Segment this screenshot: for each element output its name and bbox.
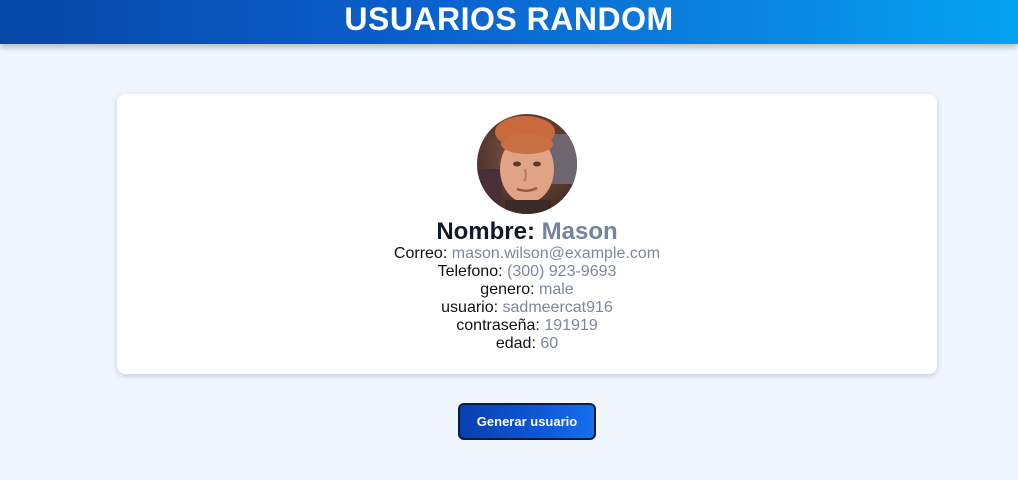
detail-row-username: usuario: sadmeercat916 [117,299,937,317]
detail-value: 60 [540,335,559,352]
detail-label: Correo: [393,245,448,262]
detail-label: edad: [495,335,536,352]
page-header: USUARIOS RANDOM [0,0,1018,44]
user-details: Correo: mason.wilson@example.com Telefon… [117,245,937,353]
detail-value: sadmeercat916 [502,299,613,316]
detail-label: genero: [480,281,535,298]
user-name: Nombre: Mason [117,217,937,247]
user-card: Nombre: Mason Correo: mason.wilson@examp… [117,94,937,374]
generate-user-button[interactable]: Generar usuario [458,403,596,440]
name-value: Mason [541,218,618,245]
detail-value: 191919 [544,317,598,334]
detail-row-age: edad: 60 [117,335,937,353]
page-title: USUARIOS RANDOM [344,1,674,37]
detail-row-password: contraseña: 191919 [117,317,937,335]
detail-value: male [539,281,574,298]
detail-label: Telefono: [437,263,503,280]
user-avatar [477,114,577,214]
detail-row-email: Correo: mason.wilson@example.com [117,245,937,263]
detail-value: mason.wilson@example.com [451,245,661,262]
detail-label: usuario: [441,299,499,316]
name-label: Nombre: [436,218,535,245]
detail-value: (300) 923-9693 [506,263,617,280]
detail-row-phone: Telefono: (300) 923-9693 [117,263,937,281]
detail-row-gender: genero: male [117,281,937,299]
detail-label: contraseña: [456,317,540,334]
avatar-photo-icon [477,114,577,214]
